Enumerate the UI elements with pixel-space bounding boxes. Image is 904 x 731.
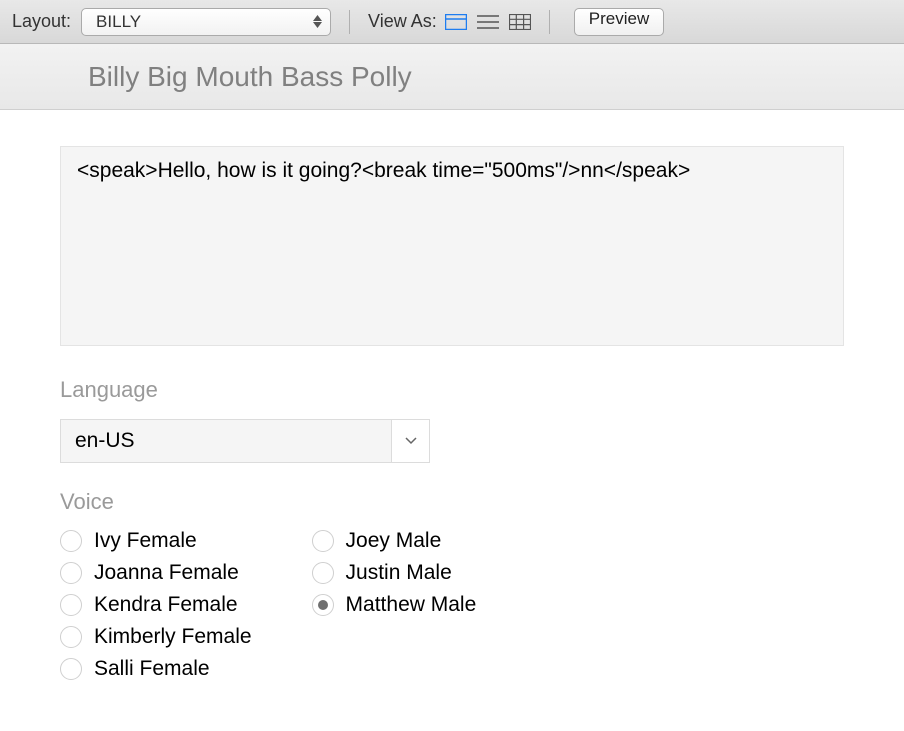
voice-option[interactable]: Kendra Female [60, 593, 252, 617]
view-icons [445, 13, 531, 31]
voice-option-label: Kimberly Female [94, 625, 252, 649]
content-area: Language en-US Voice Ivy Female Joanna Fe… [0, 110, 904, 681]
view-list-icon[interactable] [477, 13, 499, 31]
radio-icon [60, 530, 82, 552]
language-label: Language [60, 377, 844, 403]
voice-option-label: Matthew Male [346, 593, 477, 617]
voice-label: Voice [60, 489, 844, 515]
radio-icon [312, 562, 334, 584]
toolbar: Layout: BILLY View As: [0, 0, 904, 44]
radio-icon [312, 594, 334, 616]
layout-label: Layout: [12, 11, 71, 32]
layout-value: BILLY [96, 12, 141, 32]
voice-option-label: Joanna Female [94, 561, 239, 585]
voice-option[interactable]: Matthew Male [312, 593, 477, 617]
language-dropdown[interactable]: en-US [60, 419, 430, 463]
voice-options: Ivy Female Joanna Female Kendra Female Kimb… [60, 529, 844, 681]
preview-button[interactable]: Preview [574, 8, 664, 36]
voice-option-label: Justin Male [346, 561, 452, 585]
dropdown-arrows-icon [313, 15, 322, 28]
separator [349, 10, 350, 34]
voice-option[interactable]: Ivy Female [60, 529, 252, 553]
view-as-group: View As: [368, 11, 531, 32]
voice-column-left: Ivy Female Joanna Female Kendra Female Kimb… [60, 529, 252, 681]
radio-icon [60, 626, 82, 648]
voice-column-right: Joey Male Justin Male Matthew Male [312, 529, 477, 681]
voice-option[interactable]: Salli Female [60, 657, 252, 681]
radio-icon [60, 594, 82, 616]
page-title: Billy Big Mouth Bass Polly [88, 61, 412, 93]
voice-option-label: Kendra Female [94, 593, 238, 617]
voice-option-label: Salli Female [94, 657, 210, 681]
chevron-down-icon [391, 420, 429, 462]
view-table-icon[interactable] [509, 13, 531, 31]
voice-option-label: Ivy Female [94, 529, 197, 553]
title-bar: Billy Big Mouth Bass Polly [0, 44, 904, 110]
voice-option[interactable]: Joanna Female [60, 561, 252, 585]
voice-option[interactable]: Kimberly Female [60, 625, 252, 649]
ssml-input[interactable] [60, 146, 844, 346]
radio-icon [60, 658, 82, 680]
voice-option-label: Joey Male [346, 529, 442, 553]
view-as-label: View As: [368, 11, 437, 32]
voice-option[interactable]: Justin Male [312, 561, 477, 585]
radio-icon [312, 530, 334, 552]
separator [549, 10, 550, 34]
layout-dropdown[interactable]: BILLY [81, 8, 331, 36]
preview-button-label: Preview [589, 9, 649, 28]
view-form-icon[interactable] [445, 13, 467, 31]
voice-option[interactable]: Joey Male [312, 529, 477, 553]
language-value: en-US [61, 420, 391, 462]
radio-icon [60, 562, 82, 584]
